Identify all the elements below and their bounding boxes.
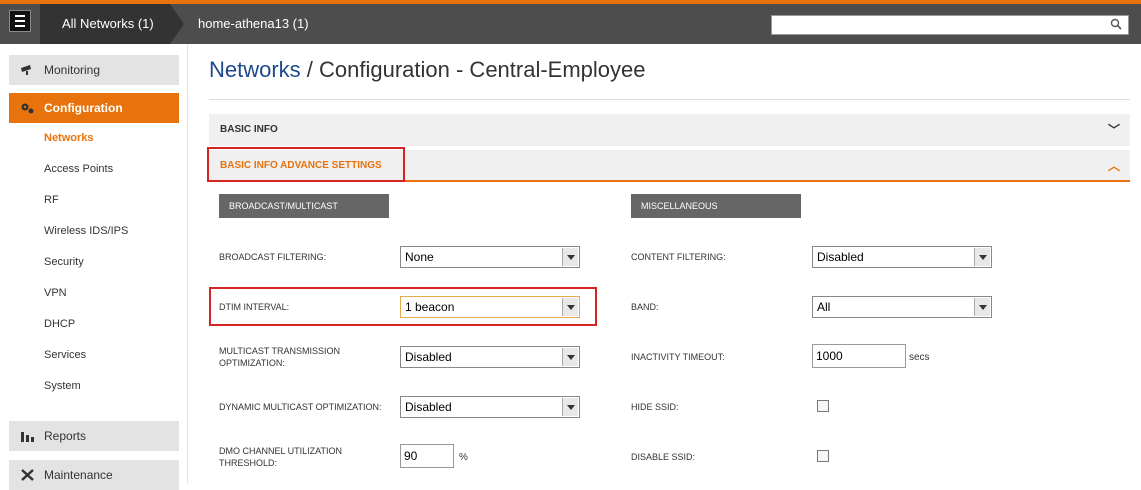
inactivity-timeout-input[interactable]: 1000 (812, 344, 906, 368)
disable-ssid-label: DISABLE SSID: (631, 452, 696, 462)
select-value: Disabled (405, 350, 452, 364)
content-filtering-label: CONTENT FILTERING: (631, 252, 726, 262)
select-value: Disabled (817, 250, 864, 264)
disable-ssid-checkbox[interactable] (817, 450, 829, 462)
multicast-transmission-optimization-label: MULTICAST TRANSMISSION OPTIMIZATION: (219, 345, 340, 369)
divider (209, 99, 1130, 100)
highlight-box-dtim-interval (209, 287, 597, 326)
dynamic-multicast-optimization-label: DYNAMIC MULTICAST OPTIMIZATION: (219, 402, 382, 412)
search-input[interactable] (771, 15, 1129, 35)
highlight-box-advance-settings (207, 147, 405, 182)
band-select[interactable]: All (812, 296, 992, 318)
multicast-transmission-optimization-select[interactable]: Disabled (400, 346, 580, 368)
dropdown-arrow-icon[interactable] (562, 398, 578, 416)
breadcrumb-network[interactable]: home-athena13 (1) (198, 4, 309, 44)
dropdown-arrow-icon[interactable] (562, 248, 578, 266)
band-label: BAND: (631, 302, 659, 312)
broadcast-filtering-select[interactable]: None (400, 246, 580, 268)
chevron-up-icon[interactable]: ︿ (1108, 150, 1120, 182)
accordion-label: BASIC INFO (220, 124, 278, 135)
chevron-down-icon[interactable]: ﹀ (1108, 114, 1120, 146)
sidebar-item-maintenance[interactable]: Maintenance (9, 460, 179, 490)
reports-icon (21, 432, 34, 442)
label-line: DMO CHANNEL UTILIZATION (219, 446, 343, 456)
breadcrumb-all-networks[interactable]: All Networks (1) (40, 4, 184, 44)
inactivity-timeout-label: INACTIVITY TIMEOUT: (631, 352, 725, 362)
sidebar-item-label: Monitoring (44, 63, 101, 77)
sidebar: Monitoring Configuration Networks Access… (0, 44, 188, 490)
content-filtering-select[interactable]: Disabled (812, 246, 992, 268)
dynamic-multicast-optimization-select[interactable]: Disabled (400, 396, 580, 418)
hamburger-menu-icon[interactable] (9, 10, 31, 32)
page-title-rest: / Configuration - Central-Employee (300, 57, 646, 82)
accordion-basic-info[interactable]: BASIC INFO ﹀ (209, 114, 1130, 146)
secs-unit: secs (909, 352, 930, 363)
sidebar-item-services[interactable]: Services (44, 349, 86, 361)
sidebar-item-rf[interactable]: RF (44, 194, 59, 206)
sidebar-item-dhcp[interactable]: DHCP (44, 318, 75, 330)
hide-ssid-checkbox[interactable] (817, 400, 829, 412)
gears-icon (21, 103, 34, 114)
dmo-threshold-input[interactable]: 90 (400, 444, 454, 468)
select-value: None (405, 250, 434, 264)
broadcast-filtering-label: BROADCAST FILTERING: (219, 252, 327, 262)
sidebar-item-label: Maintenance (44, 468, 113, 482)
sidebar-item-monitoring[interactable]: Monitoring (9, 55, 179, 85)
section-heading-miscellaneous: MISCELLANEOUS (631, 194, 801, 218)
sidebar-item-wireless-ids-ips[interactable]: Wireless IDS/IPS (44, 225, 128, 237)
sidebar-item-networks[interactable]: Networks (44, 132, 94, 144)
select-value: All (817, 300, 831, 314)
section-heading-broadcast-multicast: BROADCAST/MULTICAST (219, 194, 389, 218)
dropdown-arrow-icon[interactable] (562, 348, 578, 366)
dropdown-arrow-icon[interactable] (974, 248, 990, 266)
sidebar-item-reports[interactable]: Reports (9, 421, 179, 451)
label-line: OPTIMIZATION: (219, 358, 285, 368)
dmo-channel-utilization-threshold-label: DMO CHANNEL UTILIZATION THRESHOLD: (219, 445, 342, 469)
networks-link[interactable]: Networks (209, 57, 301, 82)
sidebar-item-label: Configuration (44, 101, 123, 115)
sidebar-item-access-points[interactable]: Access Points (44, 163, 113, 175)
select-value: Disabled (405, 400, 452, 414)
sidebar-item-configuration[interactable]: Configuration (9, 93, 179, 123)
percent-unit: % (459, 452, 468, 463)
monitoring-icon (21, 65, 31, 75)
search-icon[interactable] (1110, 18, 1122, 30)
label-line: MULTICAST TRANSMISSION (219, 346, 341, 356)
sidebar-item-vpn[interactable]: VPN (44, 287, 67, 299)
sidebar-item-system[interactable]: System (44, 380, 81, 392)
hide-ssid-label: HIDE SSID: (631, 402, 679, 412)
dropdown-arrow-icon[interactable] (974, 298, 990, 316)
page-title: Networks / Configuration - Central-Emplo… (209, 57, 646, 83)
wrench-icon (21, 469, 34, 481)
sidebar-item-security[interactable]: Security (44, 256, 84, 268)
sidebar-item-label: Reports (44, 429, 87, 443)
label-line: THRESHOLD: (219, 458, 278, 468)
